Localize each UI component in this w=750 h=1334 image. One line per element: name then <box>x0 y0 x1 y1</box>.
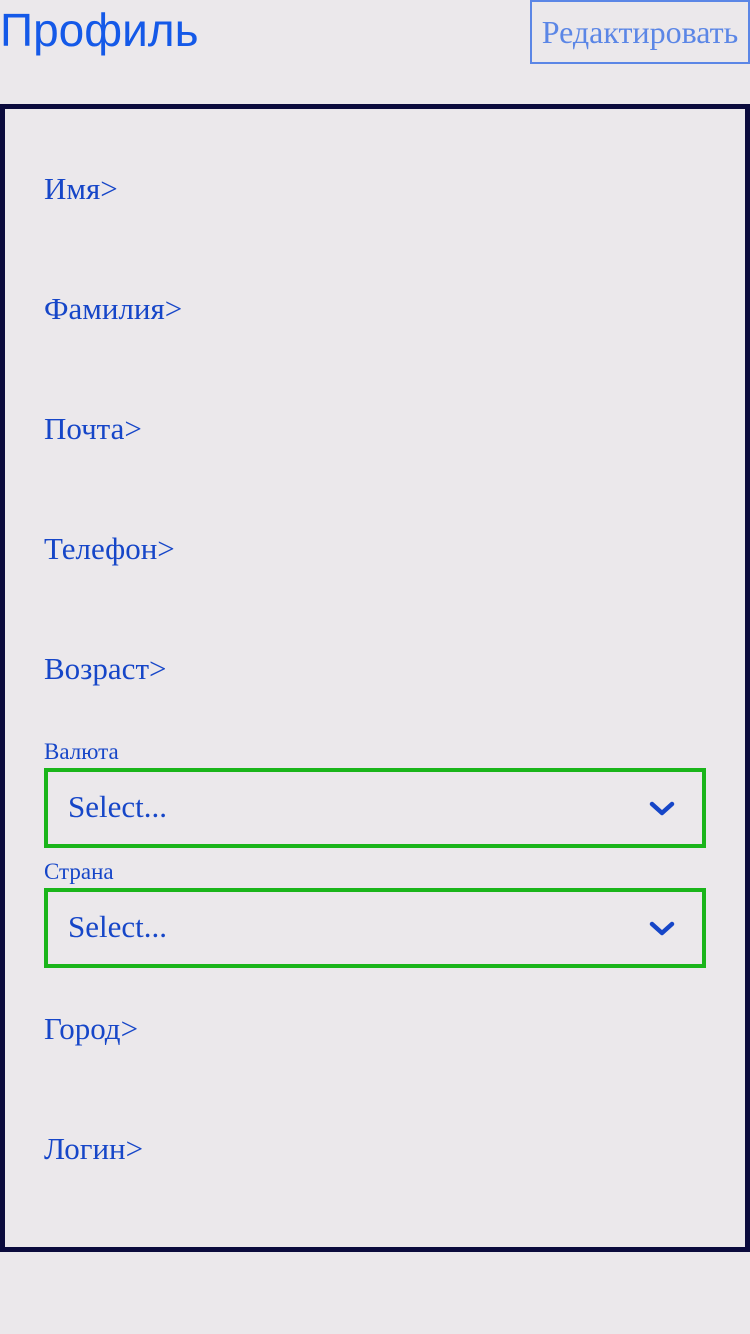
first-name-link[interactable]: Имя> <box>44 171 118 207</box>
login-link[interactable]: Логин> <box>44 1131 143 1167</box>
edit-button[interactable]: Редактировать <box>530 0 750 64</box>
city-link[interactable]: Город> <box>44 1011 138 1047</box>
currency-select-value: Select... <box>68 789 167 824</box>
last-name-link[interactable]: Фамилия> <box>44 291 182 327</box>
chevron-down-icon <box>649 921 675 936</box>
currency-select[interactable]: Select... <box>44 768 706 848</box>
phone-link[interactable]: Телефон> <box>44 531 175 567</box>
currency-label: Валюта <box>44 739 119 764</box>
age-link[interactable]: Возраст> <box>44 651 166 687</box>
chevron-down-icon <box>649 801 675 816</box>
country-label: Страна <box>44 859 114 884</box>
country-select[interactable]: Select... <box>44 888 706 968</box>
page-title: Профиль <box>0 4 199 56</box>
country-select-value: Select... <box>68 909 167 944</box>
email-link[interactable]: Почта> <box>44 411 142 447</box>
